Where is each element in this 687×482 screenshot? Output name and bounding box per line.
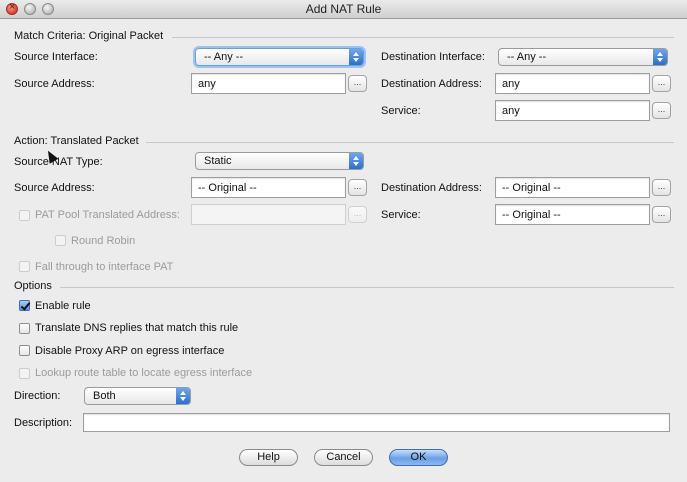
direction-value: Both <box>93 390 116 402</box>
destination-interface-value: -- Any -- <box>507 51 547 63</box>
translated-destination-address-field[interactable]: -- Original -- <box>495 177 650 198</box>
select-arrows-icon <box>653 49 667 65</box>
ok-button[interactable]: OK <box>389 449 448 466</box>
fall-through-label: Fall through to interface PAT <box>35 261 174 273</box>
destination-address-label: Destination Address: <box>381 78 482 90</box>
enable-rule-label: Enable rule <box>35 300 91 312</box>
service-browse-button[interactable]: ... <box>652 102 671 119</box>
source-interface-select[interactable]: -- Any -- <box>195 48 364 66</box>
match-criteria-separator <box>172 37 674 38</box>
action-heading: Action: Translated Packet <box>14 135 139 147</box>
disable-proxy-arp-label: Disable Proxy ARP on egress interface <box>35 345 225 357</box>
pat-pool-field[interactable] <box>191 204 346 225</box>
source-address-browse-button[interactable]: ... <box>348 75 367 92</box>
destination-address-browse-button[interactable]: ... <box>652 75 671 92</box>
translated-service-browse-button[interactable]: ... <box>652 206 671 223</box>
translated-source-address-field[interactable]: -- Original -- <box>191 177 346 198</box>
translate-dns-label: Translate DNS replies that match this ru… <box>35 322 239 334</box>
translated-source-address-browse-button[interactable]: ... <box>348 179 367 196</box>
round-robin-label: Round Robin <box>71 235 136 247</box>
select-arrows-icon <box>176 388 190 404</box>
source-address-label: Source Address: <box>14 78 95 90</box>
window-title: Add NAT Rule <box>305 2 382 16</box>
help-button[interactable]: Help <box>239 449 298 466</box>
description-label: Description: <box>14 417 73 429</box>
translated-source-address-label: Source Address: <box>14 182 95 194</box>
translated-destination-address-label: Destination Address: <box>381 182 482 194</box>
translated-service-label: Service: <box>381 209 421 221</box>
select-arrows-icon <box>349 49 363 65</box>
translate-dns-checkbox[interactable] <box>19 323 30 334</box>
title-bar: Add NAT Rule <box>0 0 687 19</box>
source-interface-label: Source Interface: <box>14 51 98 63</box>
enable-rule-checkbox[interactable] <box>19 300 30 311</box>
disable-proxy-arp-checkbox[interactable] <box>19 345 30 356</box>
match-criteria-heading: Match Criteria: Original Packet <box>14 30 164 42</box>
action-separator <box>146 142 674 143</box>
lookup-route-label: Lookup route table to locate egress inte… <box>35 367 253 379</box>
source-address-field[interactable]: any <box>191 73 346 94</box>
direction-select[interactable]: Both <box>84 387 191 405</box>
service-label: Service: <box>381 105 421 117</box>
source-interface-value: -- Any -- <box>204 51 244 63</box>
translated-service-field[interactable]: -- Original -- <box>495 204 650 225</box>
direction-label: Direction: <box>14 390 61 402</box>
select-arrows-icon <box>349 153 363 169</box>
options-separator <box>60 287 674 288</box>
pat-pool-checkbox[interactable] <box>19 210 30 221</box>
lookup-route-checkbox[interactable] <box>19 368 30 379</box>
source-nat-type-value: Static <box>204 155 232 167</box>
round-robin-checkbox[interactable] <box>55 235 66 246</box>
description-field[interactable] <box>83 413 670 432</box>
service-field[interactable]: any <box>495 100 650 121</box>
source-nat-type-select[interactable]: Static <box>195 152 364 170</box>
destination-address-field[interactable]: any <box>495 73 650 94</box>
pat-pool-browse-button[interactable]: ... <box>348 206 367 223</box>
translated-destination-address-browse-button[interactable]: ... <box>652 179 671 196</box>
destination-interface-label: Destination Interface: <box>381 51 485 63</box>
cancel-button[interactable]: Cancel <box>314 449 373 466</box>
fall-through-checkbox[interactable] <box>19 261 30 272</box>
pat-pool-label: PAT Pool Translated Address: <box>35 209 180 221</box>
destination-interface-select[interactable]: -- Any -- <box>498 48 668 66</box>
options-heading: Options <box>14 280 52 292</box>
